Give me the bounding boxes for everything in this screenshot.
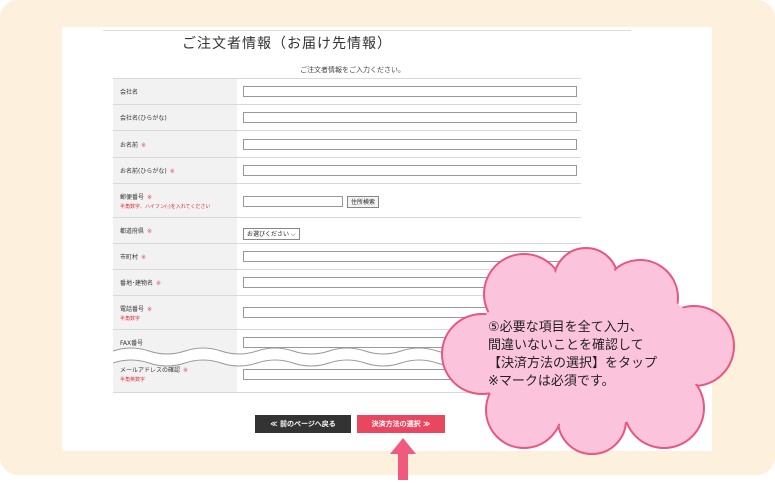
field-label: 郵便番号 ※ 半角数字、ハイフン(-)を入れてください — [113, 183, 237, 218]
field-note: 半角数字、ハイフン(-)を入れてください — [120, 203, 211, 210]
chevron-down-icon: ⌵ — [290, 231, 296, 238]
prefecture-select[interactable]: お選びください ⌵ — [243, 228, 300, 240]
company-kana-input[interactable] — [243, 112, 577, 123]
callout-line: ※マークは必須です。 — [488, 374, 615, 389]
field-note: 半角数字 — [120, 315, 141, 322]
required-mark: ※ — [156, 280, 162, 287]
field-note: 半角英数字 — [120, 377, 146, 383]
name-kana-input[interactable] — [243, 165, 577, 176]
form-row-name: お名前 ※ — [113, 130, 581, 158]
form-row-company: 会社名 — [113, 78, 581, 105]
required-mark: ※ — [141, 141, 147, 149]
required-mark: ※ — [147, 228, 153, 235]
form-row-name-kana: お名前(ひらがな) ※ — [113, 157, 581, 184]
required-mark: ※ — [141, 254, 147, 261]
callout-line: 間違いないことを確認して — [488, 338, 644, 353]
required-mark: ※ — [147, 193, 153, 201]
arrow-up-icon — [390, 438, 416, 480]
field-label: お名前 ※ — [113, 130, 237, 158]
field-label: お名前(ひらがな) ※ — [113, 157, 237, 184]
field-label: 電話番号 ※ 半角数字 — [113, 295, 237, 330]
callout-line: 【決済方法の選択】をタップ — [488, 356, 658, 371]
field-label: 会社名 — [113, 78, 237, 105]
required-mark: ※ — [169, 168, 175, 175]
zip-input[interactable] — [243, 196, 343, 207]
name-input[interactable] — [243, 138, 577, 150]
back-button[interactable]: ≪ 前のページへ戻る — [255, 415, 351, 433]
select-payment-button[interactable]: 決済方法の選択 ≫ — [357, 415, 445, 433]
form-subtitle: ご注文者情報をご入力ください。 — [300, 66, 405, 74]
field-label: 市町村 ※ — [113, 243, 237, 270]
divider — [103, 30, 631, 31]
form-row-zip: 郵便番号 ※ 半角数字、ハイフン(-)を入れてください 住所検索 — [113, 183, 581, 218]
field-label: 都道府県 ※ — [113, 217, 237, 244]
page-title: ご注文者情報（お届け先情報） — [182, 36, 392, 52]
field-label: 会社名(ひらがな) — [113, 104, 237, 131]
address-search-button[interactable]: 住所検索 — [347, 195, 380, 208]
company-input[interactable] — [243, 86, 577, 97]
callout-line: ⑤必要な項目を全て入力、 — [488, 320, 643, 335]
field-label: 番地･建物名 ※ — [113, 269, 237, 296]
callout-text: ⑤必要な項目を全て入力、 間違いないことを確認して 【決済方法の選択】をタップ … — [488, 319, 703, 391]
form-row-prefecture: 都道府県 ※ お選びください ⌵ — [113, 217, 581, 244]
required-mark: ※ — [147, 305, 153, 313]
form-row-company-kana: 会社名(ひらがな) — [113, 104, 581, 131]
